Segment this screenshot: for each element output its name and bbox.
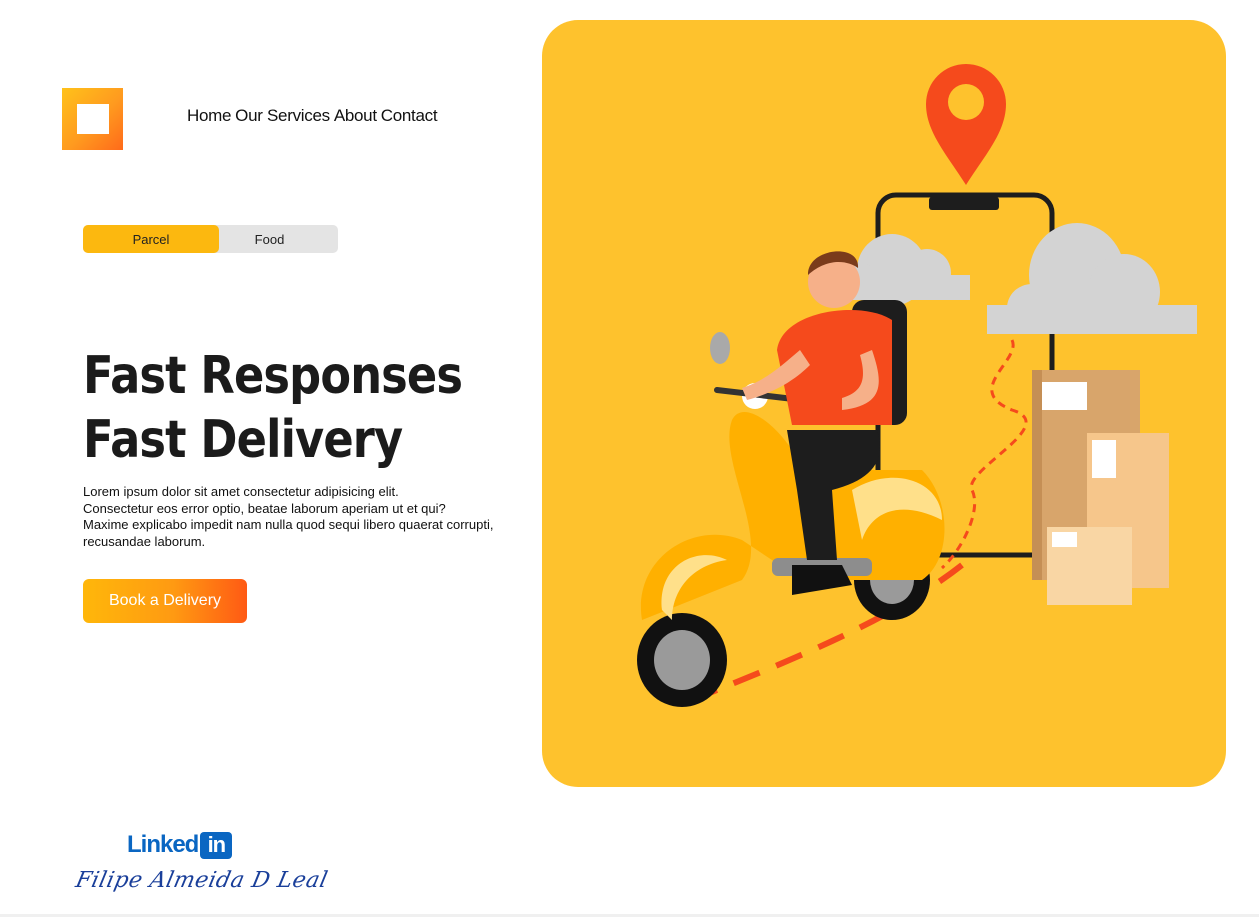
description-line: Lorem ipsum dolor sit amet consectetur a… [83, 484, 399, 499]
location-pin-icon [926, 64, 1006, 185]
parcel-boxes [1032, 370, 1169, 605]
logo-square-icon[interactable] [62, 88, 123, 150]
delivery-scooter-illustration [637, 64, 1197, 707]
hero-illustration [542, 20, 1226, 787]
linkedin-icon: in [200, 831, 233, 859]
cloud-right [987, 223, 1197, 334]
nav-home[interactable]: Home [187, 106, 231, 126]
author-signature: Filipe Almeida D Leal [73, 868, 331, 893]
hero-description: Lorem ipsum dolor sit amet consectetur a… [83, 484, 533, 550]
description-line: recusandae laborum. [83, 533, 206, 549]
main-nav: Home Our Services About Contact [187, 106, 438, 126]
tab-food[interactable]: Food [219, 225, 320, 253]
nav-about[interactable]: About [334, 106, 377, 126]
nav-our-services[interactable]: Our Services [235, 106, 330, 126]
headline-line-1: Fast Responses [83, 346, 463, 406]
description-line: Maxime explicabo impedit nam nulla quod … [83, 517, 494, 532]
landing-page: Home Our Services About Contact Parcel F… [0, 0, 1259, 917]
tab-parcel[interactable]: Parcel [83, 225, 219, 253]
description-line: Consectetur eos error optio, beatae labo… [83, 500, 446, 516]
book-delivery-button[interactable]: Book a Delivery [83, 579, 247, 623]
service-tabs: Parcel Food [83, 225, 338, 253]
linkedin-link[interactable]: Linked in [127, 831, 233, 859]
linkedin-text: Linked [127, 831, 199, 858]
hero-headline: Fast Responses Fast Delivery [83, 344, 463, 472]
cloud-left [842, 234, 970, 306]
headline-line-2: Fast Delivery [83, 410, 403, 470]
nav-contact[interactable]: Contact [381, 106, 438, 126]
